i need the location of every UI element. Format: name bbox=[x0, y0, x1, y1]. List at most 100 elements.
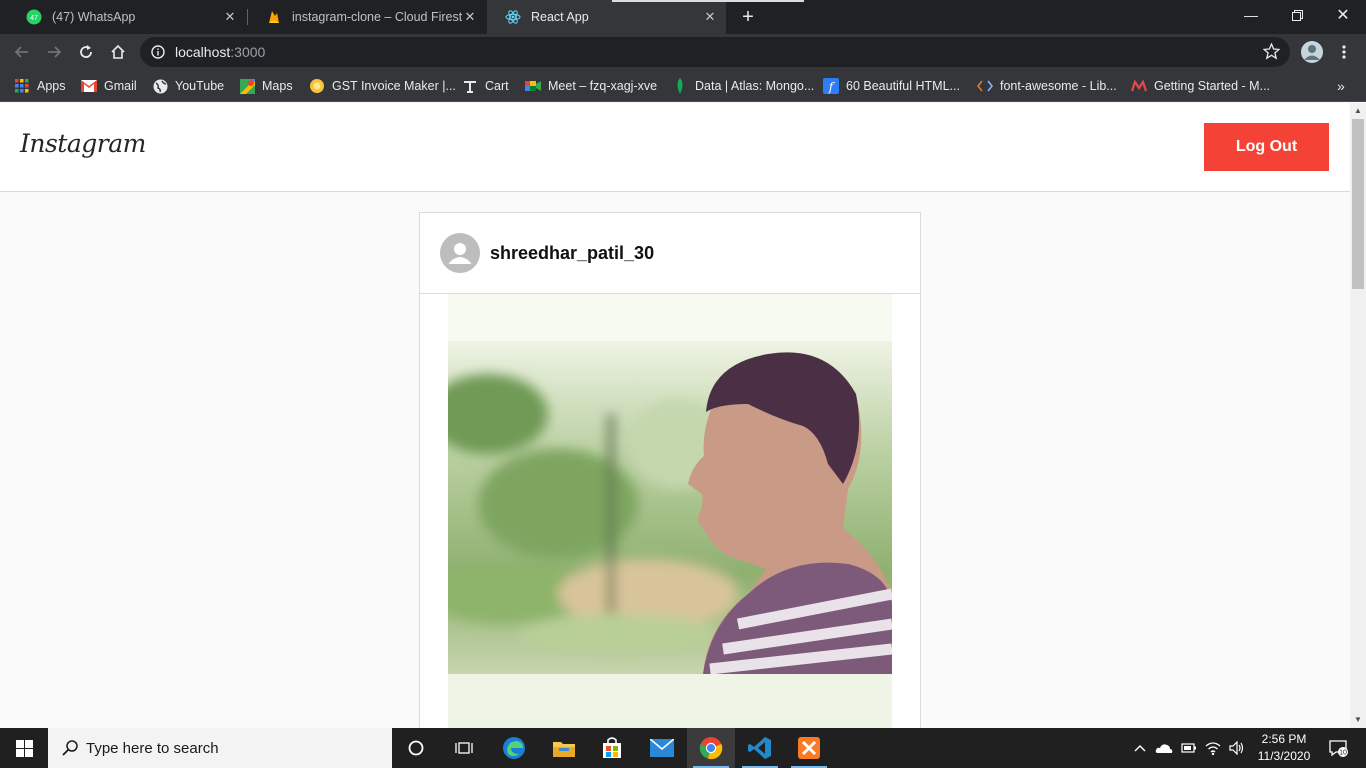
bookmark-label: Getting Started - M... bbox=[1154, 79, 1271, 93]
bookmark-label: Cart bbox=[485, 79, 509, 93]
notifications-button[interactable]: 10 bbox=[1318, 728, 1358, 768]
gst-icon bbox=[309, 78, 325, 94]
forward-button[interactable] bbox=[40, 38, 68, 66]
globe-icon bbox=[152, 78, 168, 94]
taskbar-clock[interactable]: 2:56 PM 11/3/2020 bbox=[1246, 731, 1322, 765]
star-icon[interactable] bbox=[1263, 43, 1280, 60]
bookmark-gmail[interactable]: Gmail bbox=[81, 76, 137, 96]
tab-react-app[interactable]: React App ✕ bbox=[487, 0, 726, 34]
close-icon[interactable]: ✕ bbox=[222, 9, 238, 25]
tab-firestore[interactable]: instagram-clone – Cloud Firestore ✕ bbox=[248, 0, 486, 34]
home-icon bbox=[111, 44, 125, 59]
taskbar-search[interactable]: Type here to search bbox=[48, 728, 392, 768]
chevron-up-icon bbox=[1134, 745, 1146, 752]
scroll-thumb[interactable] bbox=[1352, 119, 1364, 289]
info-icon[interactable] bbox=[151, 45, 165, 59]
bookmark-label: Apps bbox=[37, 79, 66, 93]
bookmark-youtube[interactable]: YouTube bbox=[152, 76, 224, 96]
battery-icon[interactable] bbox=[1178, 728, 1200, 768]
url-port: :3000 bbox=[230, 44, 266, 60]
page-viewport: Instagram Log Out shreedhar_patil_30 bbox=[0, 103, 1350, 728]
onedrive-icon[interactable] bbox=[1152, 728, 1176, 768]
cortana-icon bbox=[408, 740, 424, 756]
reload-button[interactable] bbox=[72, 38, 100, 66]
logout-button[interactable]: Log Out bbox=[1204, 123, 1329, 171]
restore-button[interactable] bbox=[1274, 0, 1320, 30]
close-icon[interactable]: ✕ bbox=[462, 9, 478, 25]
page-scrollbar[interactable]: ▲ ▼ bbox=[1350, 103, 1366, 728]
bookmark-meet[interactable]: Meet – fzq-xagj-xve bbox=[525, 76, 657, 96]
avatar[interactable] bbox=[440, 233, 480, 273]
profile-avatar[interactable] bbox=[1298, 38, 1326, 66]
taskbar-vscode[interactable] bbox=[736, 728, 784, 768]
task-view-icon bbox=[455, 742, 473, 754]
task-view-button[interactable] bbox=[440, 728, 488, 768]
scroll-up-icon[interactable]: ▲ bbox=[1350, 103, 1366, 119]
taskbar-edge[interactable] bbox=[490, 728, 538, 768]
store-icon bbox=[603, 737, 621, 758]
instagram-logo[interactable]: Instagram bbox=[20, 129, 146, 158]
taskbar-chrome[interactable] bbox=[687, 728, 735, 768]
scroll-down-icon[interactable]: ▼ bbox=[1350, 712, 1366, 728]
tab-title: (47) WhatsApp bbox=[52, 10, 136, 24]
tab-whatsapp[interactable]: 47 (47) WhatsApp ✕ bbox=[8, 0, 246, 34]
search-icon bbox=[62, 740, 78, 756]
minimize-button[interactable]: — bbox=[1228, 0, 1274, 30]
bookmark-mongodb[interactable]: Data | Atlas: Mongo... bbox=[672, 76, 814, 96]
taskbar-mail[interactable] bbox=[638, 728, 686, 768]
firebase-icon bbox=[266, 9, 282, 25]
more-bookmarks-icon[interactable]: » bbox=[1337, 76, 1345, 96]
bookmark-cart[interactable]: Cart bbox=[462, 76, 509, 96]
address-bar[interactable]: localhost:3000 bbox=[140, 37, 1290, 67]
tab-loading-bar bbox=[612, 0, 804, 2]
bookmark-label: GST Invoice Maker |... bbox=[332, 79, 456, 93]
cortana-button[interactable] bbox=[392, 728, 440, 768]
post-card: shreedhar_patil_30 bbox=[419, 212, 921, 728]
taskbar-store[interactable] bbox=[588, 728, 636, 768]
show-hidden-icons[interactable] bbox=[1130, 728, 1150, 768]
app-header: Instagram Log Out bbox=[0, 103, 1350, 192]
bookmark-html-templates[interactable]: f 60 Beautiful HTML... bbox=[823, 76, 960, 96]
maps-icon bbox=[239, 78, 255, 94]
kebab-menu-icon[interactable] bbox=[1330, 38, 1358, 66]
user-icon bbox=[449, 243, 471, 264]
volume-icon[interactable] bbox=[1226, 728, 1248, 768]
code-icon bbox=[977, 78, 993, 94]
react-icon bbox=[505, 9, 521, 25]
tab-strip: 47 (47) WhatsApp ✕ instagram-clone – Clo… bbox=[0, 0, 1366, 34]
notification-count: 10 bbox=[1339, 750, 1347, 757]
bookmark-apps[interactable]: Apps bbox=[14, 76, 66, 96]
search-placeholder: Type here to search bbox=[86, 739, 219, 757]
bookmark-maps[interactable]: Maps bbox=[239, 76, 293, 96]
taskbar-file-explorer[interactable] bbox=[540, 728, 588, 768]
meet-icon bbox=[525, 78, 541, 94]
chrome-icon bbox=[699, 737, 723, 760]
apps-grid-icon bbox=[14, 78, 30, 94]
close-icon[interactable]: ✕ bbox=[702, 9, 718, 25]
start-button[interactable] bbox=[0, 728, 48, 768]
post-image bbox=[448, 294, 892, 728]
post-header: shreedhar_patil_30 bbox=[420, 213, 920, 294]
vscode-icon bbox=[748, 737, 771, 759]
m-icon bbox=[1131, 78, 1147, 94]
bookmark-label: Meet – fzq-xagj-xve bbox=[548, 79, 658, 93]
new-tab-button[interactable]: + bbox=[736, 5, 760, 29]
bookmark-label: 60 Beautiful HTML... bbox=[846, 79, 960, 93]
back-button[interactable] bbox=[8, 38, 36, 66]
post-username[interactable]: shreedhar_patil_30 bbox=[490, 243, 654, 264]
clock-time: 2:56 PM bbox=[1261, 732, 1307, 746]
tab-title: instagram-clone – Cloud Firestore bbox=[292, 10, 462, 24]
windows-taskbar: Type here to search 2:56 PM 11/3/2020 10 bbox=[0, 728, 1366, 768]
home-button[interactable] bbox=[104, 38, 132, 66]
wifi-icon[interactable] bbox=[1202, 728, 1224, 768]
bookmark-label: font-awesome - Lib... bbox=[1000, 79, 1117, 93]
url-host: localhost bbox=[175, 44, 231, 60]
photo-portrait bbox=[448, 294, 892, 728]
bookmark-label: YouTube bbox=[175, 79, 225, 93]
close-window-button[interactable]: ✕ bbox=[1320, 0, 1366, 30]
bookmark-gst[interactable]: GST Invoice Maker |... bbox=[309, 76, 456, 96]
bookmark-font-awesome[interactable]: font-awesome - Lib... bbox=[977, 76, 1117, 96]
bookmark-getting-started[interactable]: Getting Started - M... bbox=[1131, 76, 1270, 96]
taskbar-xampp[interactable] bbox=[785, 728, 833, 768]
url-text: localhost:3000 bbox=[175, 44, 265, 60]
